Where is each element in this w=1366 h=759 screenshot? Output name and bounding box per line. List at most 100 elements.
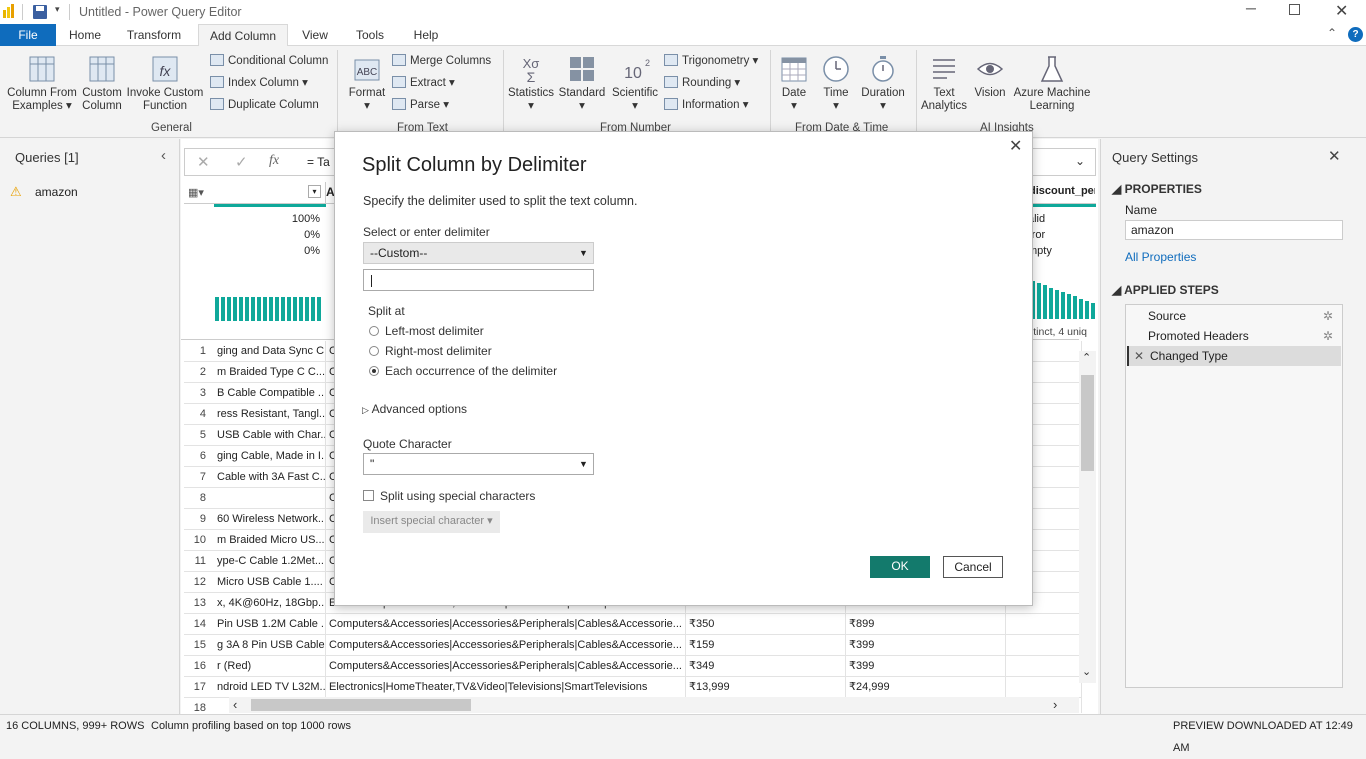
date-button[interactable]: Date ▾ — [776, 54, 812, 113]
scroll-down-icon[interactable]: ⌄ — [1082, 665, 1091, 678]
scroll-up-icon[interactable]: ⌃ — [1082, 351, 1091, 364]
quote-character-dropdown[interactable]: " ▼ — [363, 453, 594, 475]
vertical-scroll-thumb[interactable] — [1081, 375, 1094, 471]
table-cell[interactable]: ₹24,999 — [846, 677, 1006, 697]
radio-right-most[interactable]: Right-most delimiter — [369, 344, 492, 358]
conditional-column-button[interactable]: Conditional Column — [210, 52, 328, 70]
table-cell[interactable] — [1006, 635, 1082, 655]
time-button[interactable]: Time ▾ — [818, 54, 854, 113]
information-button[interactable]: Information ▾ — [664, 96, 749, 114]
column-header-last[interactable]: discount_perc — [1029, 185, 1095, 197]
table-cell[interactable]: g 3A 8 Pin USB Cable... — [214, 635, 326, 655]
custom-column-button[interactable]: Custom Column — [78, 54, 126, 113]
commit-formula-icon[interactable]: ✓ — [235, 153, 248, 171]
step-changed-type[interactable]: ✕ Changed Type — [1127, 346, 1341, 366]
trigonometry-button[interactable]: Trigonometry ▾ — [664, 52, 758, 70]
close-window-button[interactable]: ✕ — [1335, 1, 1348, 21]
tab-tools[interactable]: Tools — [345, 24, 395, 46]
custom-delimiter-input[interactable] — [363, 269, 594, 291]
table-cell[interactable]: Computers&Accessories|Accessories&Periph… — [326, 656, 686, 676]
duration-button[interactable]: Duration ▾ — [858, 54, 908, 113]
ok-button[interactable]: OK — [870, 556, 930, 578]
cancel-button[interactable]: Cancel — [943, 556, 1003, 578]
tab-add-column[interactable]: Add Column — [198, 24, 288, 47]
duplicate-column-button[interactable]: Duplicate Column — [210, 96, 319, 114]
collapse-queries-icon[interactable]: ‹ — [161, 147, 166, 164]
table-cell[interactable]: ₹349 — [686, 656, 846, 676]
table-cell[interactable]: B Cable Compatible ... — [214, 383, 326, 403]
horizontal-scrollbar[interactable]: ‹ › — [229, 697, 1079, 713]
save-icon[interactable] — [33, 5, 47, 19]
parse-button[interactable]: Parse ▾ — [392, 96, 449, 114]
step-source[interactable]: Source ✲ — [1127, 306, 1341, 326]
table-cell[interactable]: ₹159 — [686, 635, 846, 655]
table-cell[interactable]: Micro USB Cable 1.... — [214, 572, 326, 592]
table-row[interactable]: 17 ndroid LED TV L32M... Electronics|HomeT… — [184, 677, 1082, 698]
table-cell[interactable]: ndroid LED TV L32M... — [214, 677, 326, 697]
step-settings-icon[interactable]: ✲ — [1323, 326, 1333, 346]
table-cell[interactable] — [1006, 614, 1082, 634]
column-header-1[interactable]: ▾ — [214, 182, 326, 204]
table-cell[interactable] — [1006, 677, 1082, 697]
azure-ml-button[interactable]: Azure Machine Learning — [1012, 54, 1092, 113]
index-column-button[interactable]: Index Column ▾ — [210, 74, 308, 92]
vertical-scrollbar[interactable]: ⌃ ⌄ — [1079, 351, 1096, 683]
table-cell[interactable]: Electronics|HomeTheater,TV&Video|Televis… — [326, 677, 686, 697]
extract-button[interactable]: Extract ▾ — [392, 74, 455, 92]
table-row[interactable]: 16 r (Red) Computers&Accessories|Accessori… — [184, 656, 1082, 677]
profiling-status[interactable]: Column profiling based on top 1000 rows — [151, 715, 351, 737]
cancel-formula-icon[interactable]: ✕ — [197, 153, 210, 171]
table-cell[interactable]: ₹899 — [846, 614, 1006, 634]
rounding-button[interactable]: Rounding ▾ — [664, 74, 740, 92]
table-menu-icon[interactable]: ▦▾ — [188, 186, 208, 200]
table-cell[interactable]: Computers&Accessories|Accessories&Periph… — [326, 614, 686, 634]
table-cell[interactable]: 60 Wireless Network... — [214, 509, 326, 529]
merge-columns-button[interactable]: Merge Columns — [392, 52, 491, 70]
table-cell[interactable]: ₹13,999 — [686, 677, 846, 697]
table-cell[interactable]: m Braided Type C C... — [214, 362, 326, 382]
table-cell[interactable]: Pin USB 1.2M Cable ... — [214, 614, 326, 634]
scientific-button[interactable]: 10 2 Scientific ▾ — [610, 54, 660, 113]
dialog-close-icon[interactable]: ✕ — [1009, 136, 1022, 156]
invoke-custom-function-button[interactable]: fx Invoke Custom Function — [126, 54, 204, 113]
query-name-input[interactable]: amazon — [1125, 220, 1343, 240]
scroll-right-icon[interactable]: › — [1053, 697, 1057, 712]
standard-button[interactable]: Standard ▾ — [558, 54, 606, 113]
table-cell[interactable]: Computers&Accessories|Accessories&Periph… — [326, 635, 686, 655]
table-cell[interactable]: r (Red) — [214, 656, 326, 676]
radio-each-occurrence[interactable]: Each occurrence of the delimiter — [369, 364, 557, 378]
tab-file[interactable]: File — [0, 24, 56, 46]
minimize-button[interactable]: ─ — [1246, 0, 1258, 24]
restore-button[interactable] — [1289, 4, 1300, 15]
tab-home[interactable]: Home — [58, 24, 112, 46]
table-row[interactable]: 15 g 3A 8 Pin USB Cable... Computers&Acces… — [184, 635, 1082, 656]
quick-access-dropdown-icon[interactable]: ▾ — [55, 4, 60, 15]
scroll-left-icon[interactable]: ‹ — [233, 697, 237, 712]
table-cell[interactable]: ₹399 — [846, 656, 1006, 676]
tab-transform[interactable]: Transform — [116, 24, 192, 46]
table-cell[interactable]: ₹350 — [686, 614, 846, 634]
query-item-amazon[interactable]: ⚠ amazon — [10, 184, 175, 202]
insert-special-character-button[interactable]: Insert special character ▾ — [363, 511, 500, 533]
table-cell[interactable]: ₹399 — [846, 635, 1006, 655]
advanced-options-toggle[interactable]: ▷ Advanced options — [362, 402, 467, 416]
horizontal-scroll-thumb[interactable] — [251, 699, 471, 711]
tab-view[interactable]: View — [292, 24, 338, 46]
help-icon[interactable]: ? — [1348, 27, 1363, 42]
radio-left-most[interactable]: Left-most delimiter — [369, 324, 484, 338]
special-characters-checkbox[interactable]: Split using special characters — [363, 489, 535, 503]
column-from-examples-button[interactable]: Column From Examples ▾ — [6, 54, 78, 113]
table-cell[interactable]: Cable with 3A Fast C... — [214, 467, 326, 487]
statistics-button[interactable]: Xσ Σ Statistics ▾ — [508, 54, 554, 113]
table-cell[interactable]: m Braided Micro US... — [214, 530, 326, 550]
table-cell[interactable]: ging Cable, Made in I... — [214, 446, 326, 466]
tab-help[interactable]: Help — [400, 24, 452, 46]
table-cell[interactable]: ging and Data Sync C... — [214, 341, 326, 361]
step-settings-icon[interactable]: ✲ — [1323, 306, 1333, 326]
table-cell[interactable]: x, 4K@60Hz, 18Gbp... — [214, 593, 326, 613]
close-settings-icon[interactable]: ✕ — [1328, 147, 1341, 165]
vision-button[interactable]: Vision — [970, 54, 1010, 100]
table-row[interactable]: 14 Pin USB 1.2M Cable ... Computers&Access… — [184, 614, 1082, 635]
table-cell[interactable]: ress Resistant, Tangl... — [214, 404, 326, 424]
delete-step-icon[interactable]: ✕ — [1134, 346, 1144, 366]
